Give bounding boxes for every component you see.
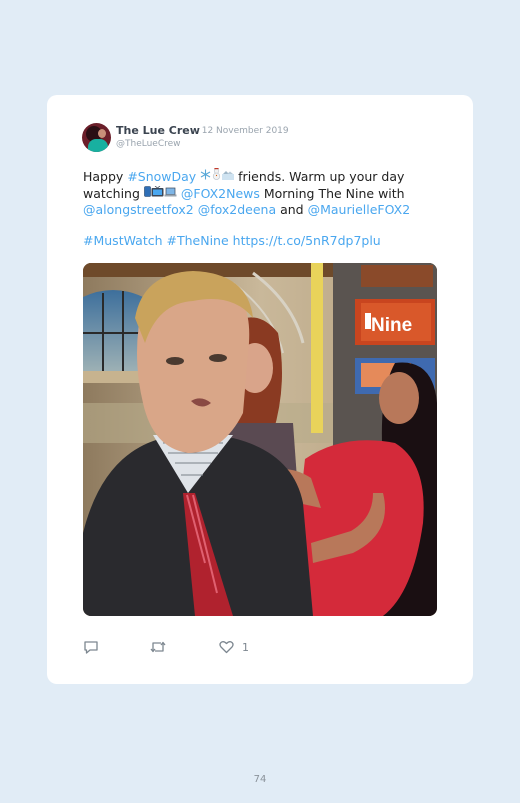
like-button[interactable]: 1 <box>219 638 249 656</box>
tweet-text-segment: Happy <box>83 169 128 184</box>
hashtag-thenine[interactable]: #TheNine <box>167 233 229 248</box>
snowflake-icon <box>200 169 211 186</box>
author-name[interactable]: The Lue Crew <box>116 124 200 137</box>
hashtag-mustwatch[interactable]: #MustWatch <box>83 233 163 248</box>
tweet-text-segment: friends. Warm up your day <box>234 169 405 184</box>
reply-icon <box>84 640 98 654</box>
mention-maurielle-fox2[interactable]: @MaurielleFOX2 <box>308 202 411 217</box>
phone-icon <box>144 185 151 203</box>
like-count: 1 <box>242 640 249 654</box>
tweet-actions: 1 <box>83 638 333 656</box>
tweet-text-segment: watching <box>83 185 144 201</box>
page-number: 74 <box>253 774 267 785</box>
author-handle[interactable]: @TheLueCrew <box>116 139 181 149</box>
laptop-icon <box>164 187 177 203</box>
tweet-text-segment: Morning The Nine with <box>259 185 405 201</box>
tweet-photo[interactable]: Nine <box>83 263 437 616</box>
snow-scene-icon <box>222 170 235 186</box>
heart-icon <box>219 641 234 654</box>
avatar[interactable] <box>82 123 111 152</box>
snowman-icon <box>211 168 222 186</box>
tweet-text: Happy #SnowDay friends. Warm up your day… <box>83 168 423 249</box>
mention-fox2deena[interactable]: @fox2deena <box>198 202 276 217</box>
studio-sign-text: Nine <box>371 315 412 336</box>
retweet-icon <box>150 641 166 653</box>
mention-fox2news[interactable]: @FOX2News <box>181 186 260 201</box>
selfie-photo-illustration: Nine <box>83 263 437 616</box>
tv-icon <box>151 185 164 203</box>
tweet-text-segment: and <box>276 202 308 217</box>
tweet-date[interactable]: · 12 November 2019 <box>196 126 289 136</box>
tweet-url-link[interactable]: https://t.co/5nR7dp7plu <box>233 233 381 248</box>
mention-alongstreetfox2[interactable]: @alongstreetfox2 <box>83 202 194 217</box>
hashtag-snowday[interactable]: #SnowDay <box>127 169 196 184</box>
reply-button[interactable] <box>83 638 99 656</box>
retweet-button[interactable] <box>149 638 167 656</box>
